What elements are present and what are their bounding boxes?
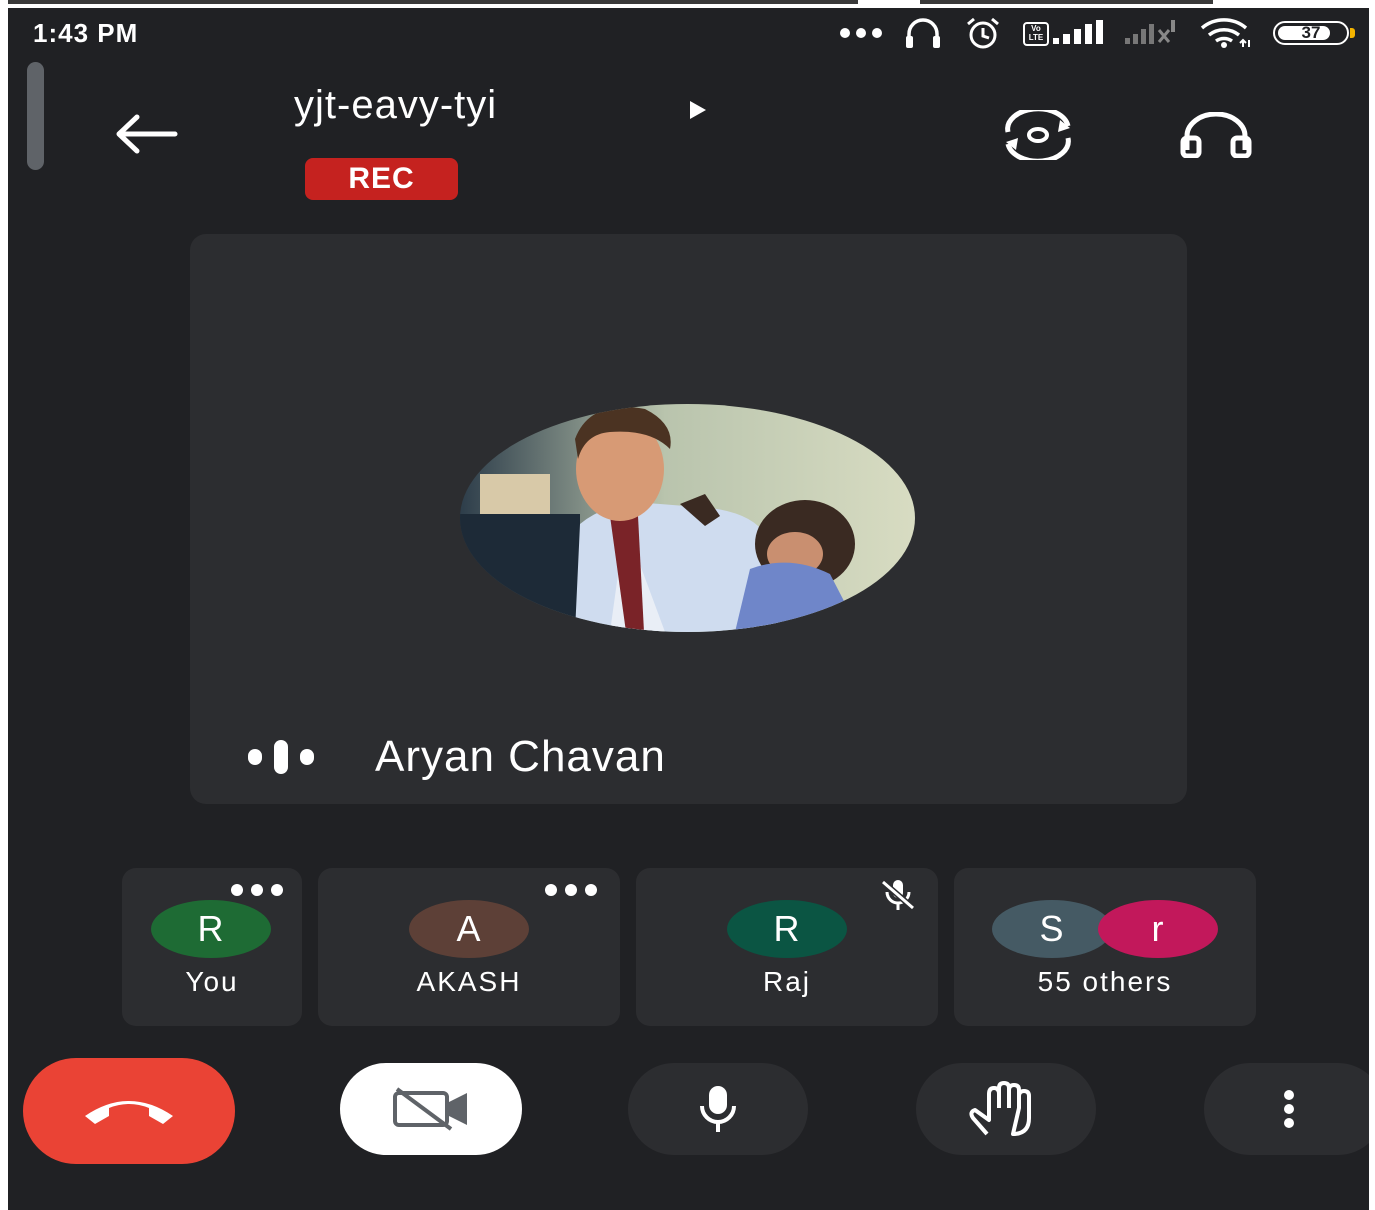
arrow-left-icon — [116, 114, 178, 154]
switch-camera-button[interactable] — [993, 106, 1083, 164]
participant-name: Raj — [762, 966, 811, 997]
more-dots-icon — [840, 28, 882, 38]
audio-level-icon — [248, 737, 320, 777]
more-vert-icon — [1284, 1090, 1294, 1128]
play-arrow-icon — [690, 101, 706, 119]
others-avatar-2: r — [1098, 900, 1218, 958]
status-bar: 1:43 PM Vo LTE 37 — [8, 8, 1369, 58]
audio-output-button[interactable] — [1176, 106, 1256, 164]
participant-tile-raj[interactable]: R Raj — [636, 868, 938, 1026]
participant-avatar: R — [727, 900, 847, 958]
more-options-button[interactable] — [1204, 1063, 1369, 1155]
status-icons: Vo LTE 37 — [839, 16, 1355, 50]
status-time: 1:43 PM — [33, 18, 139, 48]
volte-icon: Vo LTE — [1023, 22, 1049, 46]
participant-tile-others[interactable]: S r 55 others — [954, 868, 1256, 1026]
participant-tile-akash[interactable]: A AKASH — [318, 868, 620, 1026]
recording-badge: REC — [305, 158, 458, 200]
battery-level: 37 — [1301, 23, 1321, 42]
speaker-avatar-photo — [460, 404, 915, 632]
end-call-button[interactable] — [23, 1058, 235, 1164]
meeting-details-button[interactable] — [688, 98, 710, 122]
hand-icon — [969, 1081, 1031, 1136]
signal-icon — [1053, 20, 1103, 44]
toggle-camera-button[interactable] — [340, 1063, 522, 1155]
top-edge-line-right — [920, 0, 1213, 4]
back-button[interactable] — [108, 108, 184, 160]
participant-avatar: R — [151, 900, 271, 958]
participant-avatar: A — [409, 900, 529, 958]
meeting-code[interactable]: yjt-eavy-tyi — [294, 83, 497, 128]
switch-camera-icon — [1005, 110, 1071, 160]
mic-off-icon — [881, 879, 915, 911]
top-edge-line-left — [8, 0, 858, 4]
raise-hand-button[interactable] — [916, 1063, 1096, 1155]
headphones-icon — [1180, 112, 1252, 158]
more-horiz-icon[interactable] — [222, 876, 292, 904]
more-horiz-icon[interactable] — [536, 876, 606, 904]
call-end-icon — [85, 1101, 173, 1124]
headset-icon — [906, 18, 940, 48]
scroll-handle[interactable] — [27, 62, 44, 170]
signal-no-service-icon — [1125, 20, 1175, 44]
participant-tile-you[interactable]: R You — [122, 868, 302, 1026]
main-speaker-tile[interactable]: Aryan Chavan — [190, 234, 1187, 804]
wifi-icon — [1200, 18, 1250, 48]
mic-icon — [700, 1086, 736, 1132]
others-avatar-1: S — [992, 900, 1112, 958]
others-count-label: 55 others — [1037, 966, 1173, 997]
alarm-icon — [967, 17, 999, 49]
participant-name: AKASH — [416, 966, 522, 997]
meet-call-screen: 1:43 PM Vo LTE 37 yjt-eavy-tyi REC Aryan… — [8, 8, 1369, 1210]
mic-button[interactable] — [628, 1063, 808, 1155]
participant-name: You — [185, 966, 239, 997]
speaker-name: Aryan Chavan — [375, 732, 666, 781]
videocam-off-icon — [393, 1087, 467, 1131]
battery-icon: 37 — [1273, 21, 1355, 45]
